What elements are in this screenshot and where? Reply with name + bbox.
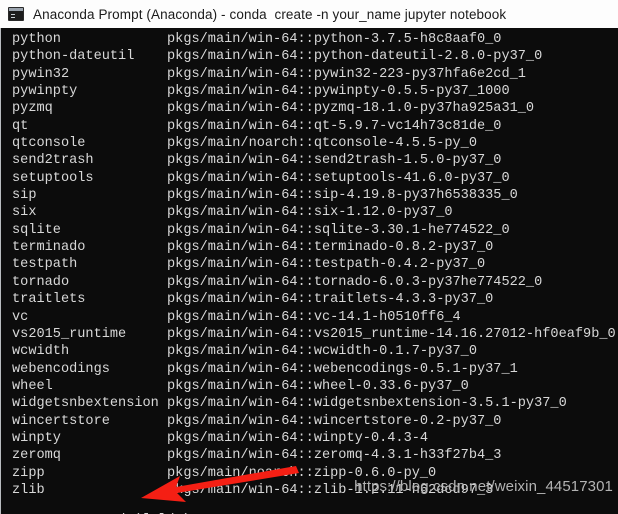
package-spec: pkgs/main/win-64::setuptools-41.6.0-py37… <box>167 170 510 186</box>
watermark-url: https://blog.csdn.net/weixin_44517301 <box>354 478 613 495</box>
package-name: webencodings <box>12 361 110 377</box>
package-spec: pkgs/main/win-64::webencodings-0.5.1-py3… <box>167 361 518 377</box>
package-line: zeromq pkgs/main/win-64::zeromq-4.3.1-h33… <box>1 447 617 464</box>
package-name: zeromq <box>12 448 61 464</box>
console-body[interactable]: python pkgs/main/win-64::python-3.7.5-h8c… <box>0 28 618 514</box>
package-name: python-dateutil <box>12 49 135 65</box>
package-spec: pkgs/main/win-64::sip-4.19.8-py37h653833… <box>167 188 518 204</box>
package-spec: pkgs/main/win-64::widgetsnbextension-3.5… <box>167 396 567 412</box>
package-spec: pkgs/main/win-64::wincertstore-0.2-py37_… <box>167 413 502 429</box>
package-list: python pkgs/main/win-64::python-3.7.5-h8c… <box>1 31 617 499</box>
package-spec: pkgs/main/win-64::tornado-6.0.3-py37he77… <box>167 274 543 290</box>
package-name: testpath <box>12 257 78 273</box>
package-line: python pkgs/main/win-64::python-3.7.5-h8c… <box>1 31 617 48</box>
package-spec: pkgs/main/win-64::qt-5.9.7-vc14h73c81de_… <box>167 118 502 134</box>
package-spec: pkgs/main/win-64::testpath-0.4.2-py37_0 <box>167 257 486 273</box>
package-name: vc <box>12 309 29 325</box>
package-name: terminado <box>12 240 86 256</box>
package-spec: pkgs/main/win-64::winpty-0.4.3-4 <box>167 430 429 446</box>
package-name: winpty <box>12 430 61 446</box>
package-line: sip pkgs/main/win-64::sip-4.19.8-py37h653… <box>1 187 617 204</box>
package-spec: pkgs/main/win-64::python-dateutil-2.8.0-… <box>167 49 543 65</box>
package-name: wcwidth <box>12 344 70 360</box>
package-spec: pkgs/main/win-64::pywinpty-0.5.5-py37_10… <box>167 84 510 100</box>
package-line: tornado pkgs/main/win-64::tornado-6.0.3-p… <box>1 274 617 291</box>
package-name: six <box>12 205 37 221</box>
package-line: pyzmq pkgs/main/win-64::pyzmq-18.1.0-py37… <box>1 100 617 117</box>
package-line: pywinpty pkgs/main/win-64::pywinpty-0.5.5… <box>1 83 617 100</box>
package-spec: pkgs/main/win-64::send2trash-1.5.0-py37_… <box>167 153 502 169</box>
package-line: sqlite pkgs/main/win-64::sqlite-3.30.1-he… <box>1 222 617 239</box>
window-titlebar[interactable]: Anaconda Prompt (Anaconda) - conda creat… <box>0 0 618 28</box>
package-line: testpath pkgs/main/win-64::testpath-0.4.2… <box>1 256 617 273</box>
package-spec: pkgs/main/win-64::sqlite-3.30.1-he774522… <box>167 222 510 238</box>
package-spec: pkgs/main/win-64::zeromq-4.3.1-h33f27b4_… <box>167 448 502 464</box>
package-spec: pkgs/main/win-64::pyzmq-18.1.0-py37ha925… <box>167 101 535 117</box>
package-spec: pkgs/main/win-64::six-1.12.0-py37_0 <box>167 205 453 221</box>
package-line: vs2015_runtime pkgs/main/win-64::vs2015_r… <box>1 326 617 343</box>
package-line: traitlets pkgs/main/win-64::traitlets-4.3… <box>1 291 617 308</box>
package-line: widgetsnbextension pkgs/main/win-64::widg… <box>1 395 617 412</box>
anaconda-prompt-window: Anaconda Prompt (Anaconda) - conda creat… <box>0 0 618 514</box>
package-line: wcwidth pkgs/main/win-64::wcwidth-0.1.7-p… <box>1 343 617 360</box>
package-name: python <box>12 32 61 47</box>
package-name: qtconsole <box>12 136 86 152</box>
proceed-prompt-line[interactable]: Proceed ([y]/n)? y <box>1 494 617 514</box>
package-spec: pkgs/main/win-64::vc-14.1-h0510ff6_4 <box>167 309 461 325</box>
package-spec: pkgs/main/win-64::wheel-0.33.6-py37_0 <box>167 378 469 394</box>
package-name: sqlite <box>12 222 61 238</box>
package-name: wincertstore <box>12 413 110 429</box>
package-name: sip <box>12 188 37 204</box>
package-line: webencodings pkgs/main/win-64::webencodin… <box>1 361 617 378</box>
package-line: qtconsole pkgs/main/noarch::qtconsole-4.5… <box>1 135 617 152</box>
package-line: setuptools pkgs/main/win-64::setuptools-4… <box>1 170 617 187</box>
package-line: terminado pkgs/main/win-64::terminado-0.8… <box>1 239 617 256</box>
package-line: wheel pkgs/main/win-64::wheel-0.33.6-py37… <box>1 378 617 395</box>
package-spec: pkgs/main/win-64::wcwidth-0.1.7-py37_0 <box>167 344 477 360</box>
console-window-icon <box>8 7 24 21</box>
package-spec: pkgs/main/win-64::traitlets-4.3.3-py37_0 <box>167 292 494 308</box>
package-line: pywin32 pkgs/main/win-64::pywin32-223-py3… <box>1 66 617 83</box>
package-name: wheel <box>12 378 53 394</box>
console-scroll-area: python pkgs/main/win-64::python-3.7.5-h8c… <box>1 28 617 514</box>
package-name: zipp <box>12 465 45 481</box>
package-name: send2trash <box>12 153 94 169</box>
package-line: wincertstore pkgs/main/win-64::wincertsto… <box>1 413 617 430</box>
package-spec: pkgs/main/win-64::vs2015_runtime-14.16.2… <box>167 326 616 342</box>
package-line: six pkgs/main/win-64::six-1.12.0-py37_0 <box>1 204 617 221</box>
package-name: widgetsnbextension <box>12 396 159 412</box>
package-line: python-dateutil pkgs/main/win-64::python-… <box>1 48 617 65</box>
package-spec: pkgs/main/win-64::terminado-0.8.2-py37_0 <box>167 240 494 256</box>
package-name: vs2015_runtime <box>12 326 127 342</box>
package-name: pyzmq <box>12 101 53 117</box>
package-spec: pkgs/main/noarch::qtconsole-4.5.5-py_0 <box>167 136 477 152</box>
package-name: tornado <box>12 274 70 290</box>
package-spec: pkgs/main/win-64::pywin32-223-py37hfa6e2… <box>167 66 526 82</box>
window-title: Anaconda Prompt (Anaconda) - conda creat… <box>33 6 507 22</box>
package-name: traitlets <box>12 292 86 308</box>
package-name: pywinpty <box>12 84 78 100</box>
package-name: pywin32 <box>12 66 70 82</box>
package-line: winpty pkgs/main/win-64::winpty-0.4.3-4 <box>1 430 617 447</box>
package-name: setuptools <box>12 170 94 186</box>
package-line: vc pkgs/main/win-64::vc-14.1-h0510ff6_4 <box>1 309 617 326</box>
package-spec: pkgs/main/win-64::python-3.7.5-h8c8aaf0_… <box>167 32 502 47</box>
package-line: send2trash pkgs/main/win-64::send2trash-1… <box>1 152 617 169</box>
package-line: qt pkgs/main/win-64::qt-5.9.7-vc14h73c81d… <box>1 118 617 135</box>
package-name: qt <box>12 118 29 134</box>
